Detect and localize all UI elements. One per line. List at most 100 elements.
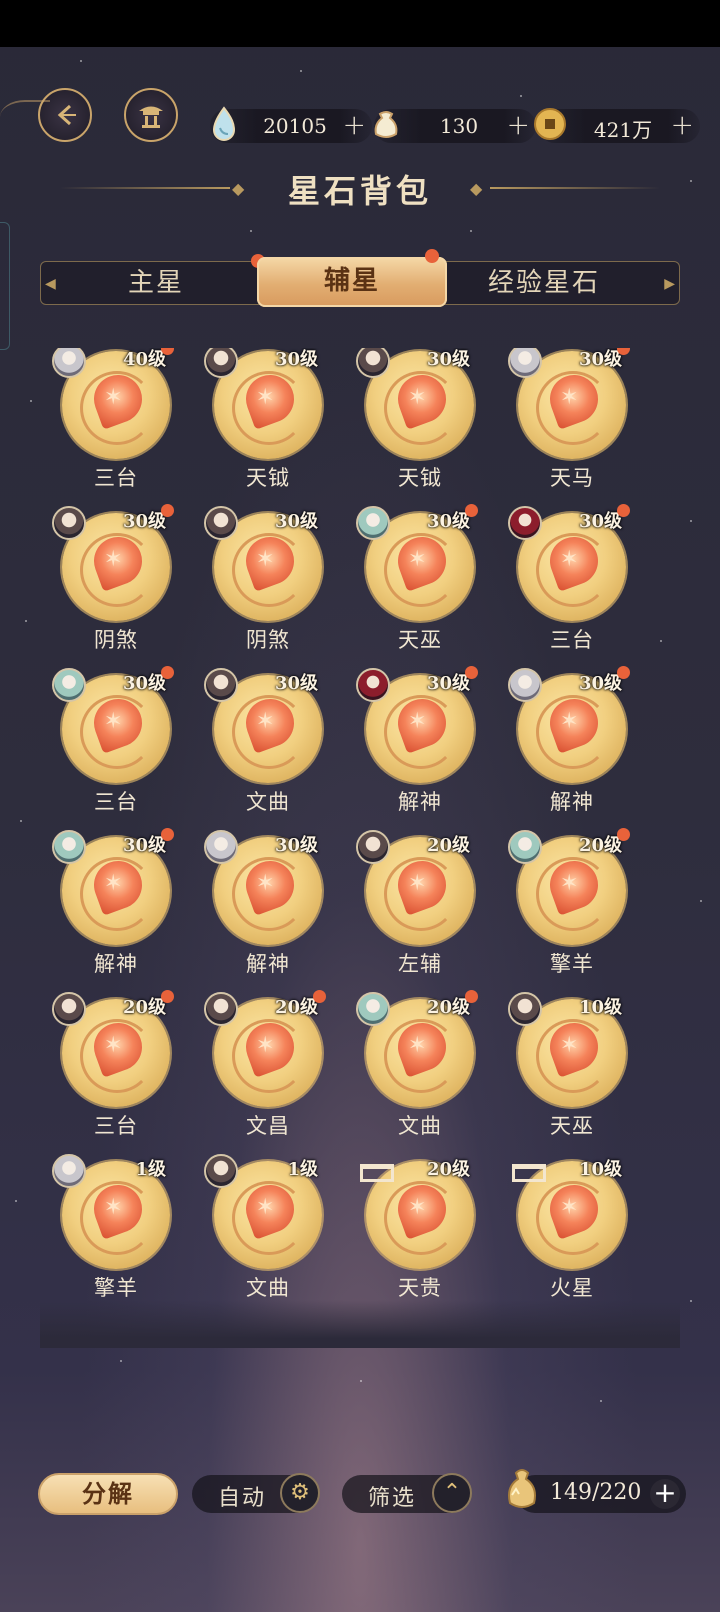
star-stone-name: 解神: [246, 952, 290, 976]
star-dot: [600, 1400, 602, 1402]
star-dot: [25, 620, 27, 622]
star-stone-item[interactable]: ✶ 20级 左辅: [344, 830, 500, 984]
decompose-button[interactable]: 分解: [38, 1473, 178, 1515]
tab-main-star[interactable]: 主星: [61, 254, 265, 304]
star-stone-item[interactable]: ✶ 30级 解神: [496, 666, 652, 822]
unequipped-bracket-icon: [512, 1164, 546, 1182]
star-glyph-icon: ✶: [560, 547, 579, 572]
star-stone-item[interactable]: ✶ 30级三台: [496, 504, 652, 660]
star-stone-name: 三台: [94, 790, 138, 814]
star-stone-item[interactable]: ✶ 20级 天贵: [344, 1158, 500, 1308]
level-label: 40级: [122, 349, 166, 370]
star-stone-item[interactable]: ✶ 30级阴煞: [192, 506, 348, 660]
back-arrow-icon: [57, 104, 76, 126]
notification-dot: [465, 990, 478, 1003]
star-stone-name: 阴煞: [94, 628, 138, 652]
expand-capacity-button[interactable]: +: [650, 1479, 680, 1509]
star-stone-item[interactable]: ✶ 30级 天钺: [344, 348, 500, 498]
star-stone-name: 天钺: [398, 466, 442, 490]
auto-toggle[interactable]: 自动 ⚙: [192, 1473, 320, 1513]
level-label: 30级: [426, 349, 470, 370]
tab-aux-star[interactable]: 辅星: [257, 249, 447, 307]
auto-label: 自动: [218, 1486, 267, 1511]
character-avatar: [204, 668, 238, 702]
level-label: 30级: [122, 511, 166, 532]
back-button[interactable]: [0, 88, 92, 142]
star-stone-name: 左辅: [398, 952, 442, 976]
home-button[interactable]: [124, 88, 178, 142]
star-stone-item[interactable]: ✶ 30级 三台: [40, 666, 196, 822]
chevron-up-icon[interactable]: ⌃: [432, 1473, 472, 1513]
star-dot: [690, 1300, 692, 1302]
star-dot: [80, 60, 82, 62]
star-stone-item[interactable]: ✶ 1级擎羊: [40, 1154, 196, 1308]
star-stone-item[interactable]: ✶ 1级 文曲: [192, 1154, 348, 1308]
star-stone-name: 擎羊: [550, 952, 594, 976]
star-stone-item[interactable]: ✶ 20级 文曲: [344, 990, 500, 1146]
star-stone-item[interactable]: ✶ 40级 三台: [40, 348, 196, 498]
star-glyph-icon: ✶: [408, 1195, 427, 1220]
star-stone-item[interactable]: ✶ 20级 文昌: [192, 990, 348, 1146]
notification-dot: [465, 504, 478, 517]
bag-icon: [508, 1469, 536, 1508]
star-stone-item[interactable]: ✶ 30级 解神: [192, 830, 348, 984]
level-label: 30级: [578, 511, 622, 532]
character-avatar: [508, 668, 542, 702]
unequipped-bracket-icon: [360, 1164, 394, 1182]
star-stone-name: 文曲: [246, 790, 290, 814]
page-title: 星石背包: [287, 172, 432, 210]
star-stone-name: 天贵: [398, 1276, 442, 1300]
add-coin-button[interactable]: +: [671, 110, 694, 140]
star-glyph-icon: ✶: [256, 709, 275, 734]
notification-dot: [617, 504, 630, 517]
star-stone-item[interactable]: ✶ 10级 火星: [496, 1158, 652, 1308]
notification-dot: [465, 666, 478, 679]
character-avatar: [52, 668, 86, 702]
star-stone-name: 解神: [398, 790, 442, 814]
star-stone-name: 三台: [94, 466, 138, 490]
character-avatar: [204, 992, 238, 1026]
star-stone-item[interactable]: ✶ 20级 三台: [40, 990, 196, 1146]
star-stone-item[interactable]: ✶ 10级 天巫: [496, 992, 652, 1146]
character-avatar: [204, 506, 238, 540]
level-label: 1级: [135, 1159, 166, 1180]
level-label: 30级: [426, 673, 470, 694]
star-stone-item[interactable]: ✶ 30级 解神: [40, 828, 196, 984]
star-stone-item[interactable]: ✶ 30级 天巫: [344, 504, 500, 660]
character-avatar: [204, 1154, 238, 1188]
star-glyph-icon: ✶: [256, 547, 275, 572]
add-pouch-button[interactable]: +: [507, 110, 530, 140]
star-stone-name: 三台: [94, 1114, 138, 1138]
tab-label: 经验星石: [487, 268, 600, 298]
level-label: 30级: [274, 835, 318, 856]
star-stone-item[interactable]: ✶ 30级 天钺: [192, 348, 348, 498]
star-glyph-icon: ✶: [104, 1033, 123, 1058]
star-stone-item[interactable]: ✶ 20级 擎羊: [496, 828, 652, 984]
filter-button[interactable]: 筛选 ⌃: [342, 1473, 472, 1513]
tab-exp-stone[interactable]: 经验星石: [449, 262, 639, 304]
star-stone-item[interactable]: ✶ 30级 阴煞: [40, 504, 196, 660]
star-stone-item[interactable]: ✶ 30级 解神: [344, 666, 500, 822]
star-glyph-icon: ✶: [560, 871, 579, 896]
star-glyph-icon: ✶: [104, 1195, 123, 1220]
gear-icon[interactable]: ⚙: [280, 1473, 320, 1513]
star-stone-name: 阴煞: [246, 628, 290, 652]
character-avatar: [356, 830, 390, 864]
tab-label: 辅星: [323, 266, 380, 296]
star-stone-item[interactable]: ✶ 30级 天马: [496, 348, 652, 498]
star-stone-item[interactable]: ✶ 30级 文曲: [192, 668, 348, 822]
add-drop-button[interactable]: +: [343, 110, 366, 140]
star-stone-name: 天钺: [246, 466, 290, 490]
level-label: 30级: [274, 511, 318, 532]
star-dot: [700, 900, 702, 902]
tab-edge-ornament-icon: ▶: [664, 276, 675, 292]
star-stone-name: 三台: [550, 628, 594, 652]
star-stone-name: 天马: [550, 466, 594, 490]
character-avatar: [52, 992, 86, 1026]
level-label: 30级: [426, 511, 470, 532]
star-glyph-icon: ✶: [256, 1033, 275, 1058]
star-glyph-icon: ✶: [408, 871, 427, 896]
title-divider-right: [490, 187, 660, 189]
star-stone-name: 擎羊: [94, 1276, 138, 1300]
level-label: 30级: [578, 349, 622, 370]
